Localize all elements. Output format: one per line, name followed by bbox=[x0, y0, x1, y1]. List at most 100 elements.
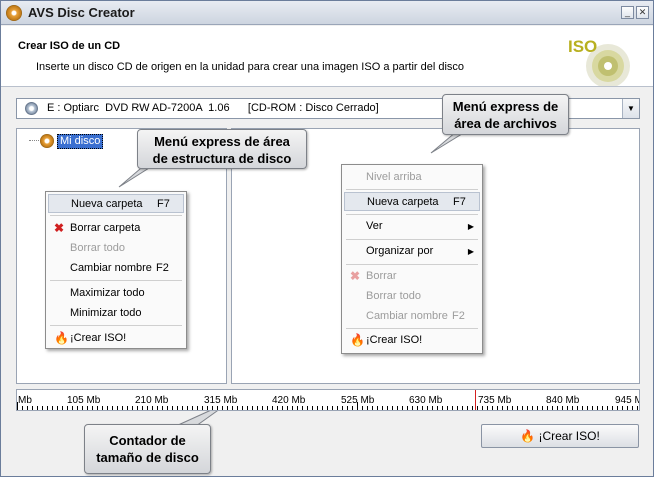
menu-item-level-up[interactable]: Nivel arriba bbox=[344, 168, 480, 187]
delete-icon: ✖ bbox=[54, 221, 65, 235]
ruler-tick bbox=[342, 406, 343, 410]
menu-separator bbox=[346, 328, 478, 329]
ruler-tick bbox=[527, 406, 528, 410]
ruler-tick bbox=[302, 406, 303, 410]
menu-separator bbox=[346, 264, 478, 265]
ruler-tick bbox=[402, 406, 403, 410]
ruler-tick bbox=[382, 406, 383, 410]
callout-size-counter: Contador de tamaño de disco bbox=[84, 424, 211, 474]
ruler-tick bbox=[237, 406, 238, 410]
ruler-label: 210 Mb bbox=[135, 395, 169, 406]
menu-item-create-iso[interactable]: 🔥 ¡Crear ISO! bbox=[344, 331, 480, 350]
ruler-tick bbox=[377, 406, 378, 410]
files-context-menu: Nivel arriba Nueva carpeta F7 Ver ▶ Organi… bbox=[341, 164, 483, 354]
ruler-tick bbox=[632, 406, 633, 410]
ruler-tick bbox=[177, 406, 178, 410]
ruler-tick bbox=[307, 406, 308, 410]
ruler-tick bbox=[127, 406, 128, 410]
ruler-tick bbox=[337, 406, 338, 410]
ruler-tick bbox=[417, 406, 418, 410]
ruler-tick bbox=[167, 406, 168, 410]
ruler-tick bbox=[427, 406, 428, 410]
ruler-tick bbox=[82, 406, 83, 410]
ruler-tick bbox=[587, 406, 588, 410]
menu-separator bbox=[346, 214, 478, 215]
ruler-tick bbox=[287, 406, 288, 410]
ruler-tick bbox=[37, 406, 38, 410]
ruler-tick bbox=[502, 406, 503, 410]
menu-item-delete[interactable]: ✖ Borrar bbox=[344, 267, 480, 286]
ruler-label: 630 Mb bbox=[409, 395, 443, 406]
create-iso-button[interactable]: 🔥 ¡Crear ISO! bbox=[481, 424, 639, 448]
ruler-tick bbox=[517, 406, 518, 410]
menu-item-expand-all[interactable]: Maximizar todo bbox=[48, 284, 184, 303]
app-disc-icon bbox=[6, 5, 22, 21]
ruler-tick bbox=[122, 406, 123, 410]
ruler-tick bbox=[107, 406, 108, 410]
menu-item-view[interactable]: Ver ▶ bbox=[344, 217, 480, 236]
ruler-label: 105 Mb bbox=[67, 395, 101, 406]
ruler-tick bbox=[47, 406, 48, 410]
menu-item-sort-by[interactable]: Organizar por ▶ bbox=[344, 242, 480, 261]
menu-item-delete-folder[interactable]: ✖ Borrar carpeta bbox=[48, 219, 184, 238]
ruler-tick bbox=[157, 406, 158, 410]
ruler-tick bbox=[532, 406, 533, 410]
ruler-tick bbox=[397, 406, 398, 410]
ruler-tick bbox=[277, 406, 278, 410]
ruler-tick bbox=[627, 406, 628, 410]
ruler-tick bbox=[522, 406, 523, 410]
tree-connector bbox=[29, 140, 39, 141]
menu-separator bbox=[346, 189, 478, 190]
ruler-label: 945 M bbox=[615, 395, 639, 406]
ruler-tick bbox=[97, 406, 98, 410]
submenu-arrow-icon: ▶ bbox=[467, 247, 474, 256]
ruler-tick bbox=[217, 406, 218, 410]
ruler-tick bbox=[252, 406, 253, 410]
ruler-label: 525 Mb bbox=[341, 395, 375, 406]
menu-item-new-folder[interactable]: Nueva carpeta F7 bbox=[344, 192, 480, 211]
menu-separator bbox=[50, 325, 182, 326]
ruler-tick bbox=[207, 406, 208, 410]
ruler-tick bbox=[232, 406, 233, 410]
ruler-tick bbox=[412, 406, 413, 410]
dropdown-arrow-icon[interactable]: ▼ bbox=[622, 99, 639, 118]
ruler-label: 420 Mb bbox=[272, 395, 306, 406]
menu-item-create-iso[interactable]: 🔥 ¡Crear ISO! bbox=[48, 329, 184, 348]
app-window: AVS Disc Creator _ ✕ Crear ISO de un CD … bbox=[0, 0, 654, 477]
ruler-tick bbox=[242, 406, 243, 410]
ruler-tick bbox=[162, 406, 163, 410]
ruler-tick bbox=[187, 406, 188, 410]
ruler-tick bbox=[212, 406, 213, 410]
menu-item-rename[interactable]: Cambiar nombre F2 bbox=[344, 307, 480, 326]
ruler-tick bbox=[577, 406, 578, 410]
ruler-tick bbox=[467, 406, 468, 410]
ruler-tick bbox=[332, 406, 333, 410]
disc-icon bbox=[40, 134, 54, 148]
menu-item-new-folder[interactable]: Nueva carpeta F7 bbox=[48, 194, 184, 213]
ruler-tick bbox=[457, 406, 458, 410]
menu-item-rename[interactable]: Cambiar nombre F2 bbox=[48, 259, 184, 278]
menu-item-delete-all[interactable]: Borrar todo bbox=[344, 287, 480, 306]
ruler-tick bbox=[257, 406, 258, 410]
ruler-tick bbox=[622, 406, 623, 410]
ruler-tick bbox=[462, 406, 463, 410]
ruler-tick bbox=[227, 406, 228, 410]
tree-root-item[interactable]: Mi disco bbox=[57, 134, 104, 149]
close-button[interactable]: ✕ bbox=[636, 6, 649, 19]
ruler-tick bbox=[362, 406, 363, 410]
minimize-button[interactable]: _ bbox=[621, 6, 634, 19]
ruler-tick bbox=[347, 406, 348, 410]
ruler-tick bbox=[352, 406, 353, 410]
ruler-label: 840 Mb bbox=[546, 395, 580, 406]
ruler-tick bbox=[557, 406, 558, 410]
ruler-tick bbox=[137, 406, 138, 410]
menu-item-collapse-all[interactable]: Minimizar todo bbox=[48, 304, 184, 323]
ruler-label: 315 Mb bbox=[204, 395, 238, 406]
ruler-tick bbox=[537, 406, 538, 410]
ruler-tick bbox=[637, 406, 638, 410]
ruler-tick bbox=[392, 406, 393, 410]
ruler-tick bbox=[607, 406, 608, 410]
ruler-tick bbox=[52, 406, 53, 410]
ruler-tick bbox=[447, 406, 448, 410]
menu-item-delete-all[interactable]: Borrar todo bbox=[48, 239, 184, 258]
